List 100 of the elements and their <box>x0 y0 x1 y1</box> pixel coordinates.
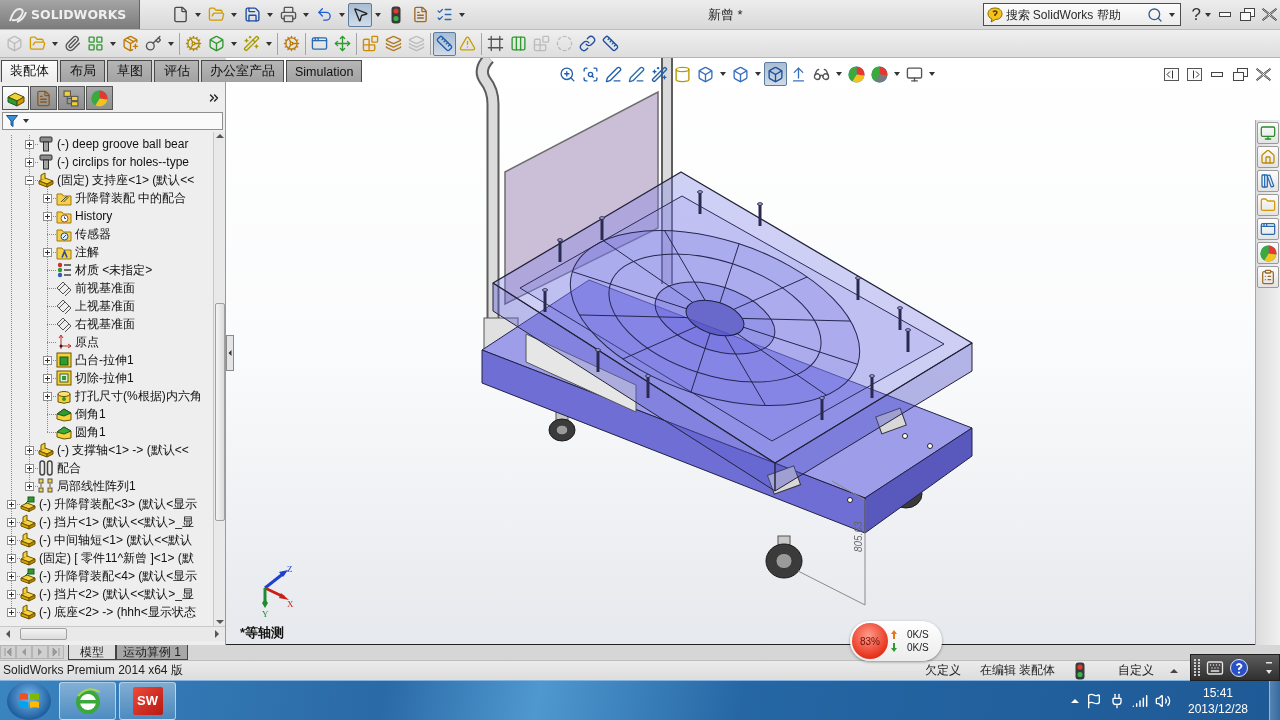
speaker-icon[interactable] <box>1155 692 1171 709</box>
tree-item[interactable]: (-) 挡片<2> (默认<<默认>_显 <box>39 585 195 603</box>
show-desktop-button[interactable] <box>1269 680 1280 720</box>
expand-icon[interactable] <box>42 211 52 221</box>
task-pane-tab[interactable] <box>1257 170 1279 192</box>
tree-item[interactable]: (-) 支撑轴<1> -> (默认<< <box>57 441 189 459</box>
command-tab[interactable]: 办公室产品 <box>201 60 284 82</box>
caret-icon[interactable] <box>1168 12 1175 17</box>
tree-item[interactable]: 局部线性阵列1 <box>57 477 136 495</box>
caret-icon[interactable] <box>23 119 29 123</box>
tree-item[interactable]: 上视基准面 <box>75 297 135 315</box>
scroll-right-icon[interactable] <box>213 630 221 638</box>
clock-time[interactable]: 15:41 <box>1203 684 1233 701</box>
expand-icon[interactable] <box>6 499 16 509</box>
caret-icon[interactable] <box>894 72 900 76</box>
tree-item[interactable]: 升降臂装配 中的配合 <box>75 189 187 207</box>
task-pane-tab[interactable] <box>1257 242 1279 264</box>
search-box[interactable]: 搜索 SolidWorks 帮助 <box>982 3 1181 26</box>
more-button[interactable] <box>207 91 221 105</box>
tree-item[interactable]: History <box>75 209 113 223</box>
caret-up-icon[interactable] <box>1170 666 1178 675</box>
toolbar-button[interactable] <box>764 62 787 86</box>
caret-icon[interactable] <box>339 12 345 17</box>
help-button[interactable]: ? <box>1190 4 1202 25</box>
tree-item[interactable]: 凸台-拉伸1 <box>75 351 134 369</box>
caret-icon[interactable] <box>375 12 381 17</box>
expand-icon[interactable] <box>24 139 34 149</box>
caret-icon[interactable] <box>168 41 174 46</box>
expand-icon[interactable] <box>24 463 34 473</box>
tree-item[interactable]: 右视基准面 <box>75 315 135 333</box>
task-pane-tab[interactable] <box>1257 146 1279 168</box>
panel-tab[interactable] <box>58 86 85 110</box>
taskbar-app[interactable] <box>59 681 116 720</box>
clock-date[interactable]: 2013/12/28 <box>1187 700 1249 717</box>
toolbar-button[interactable] <box>348 2 372 27</box>
caret-icon[interactable] <box>836 72 842 76</box>
caret-up-icon[interactable] <box>1071 696 1079 705</box>
help-search-field[interactable]: 搜索 SolidWorks 帮助 <box>1005 6 1144 23</box>
tree-item[interactable]: (固定) 支持座<1> (默认<< <box>57 171 195 189</box>
expand-icon[interactable] <box>24 481 34 491</box>
tree-item[interactable]: (-) 升降臂装配<4> (默认<显示 <box>39 567 198 585</box>
options-arrows-icon[interactable] <box>1266 661 1272 674</box>
task-pane-tab[interactable] <box>1257 194 1279 216</box>
scroll-up-icon[interactable] <box>215 132 224 140</box>
signal-bars-icon[interactable] <box>1132 692 1148 709</box>
panel-tab[interactable] <box>86 86 113 110</box>
tree-item[interactable]: 打孔尺寸(%根据)内六角 <box>75 387 202 405</box>
caret-icon[interactable] <box>231 12 237 17</box>
taskbar-app[interactable]: SW <box>119 681 176 720</box>
caret-icon[interactable] <box>266 41 272 46</box>
plug-icon[interactable] <box>1109 692 1125 709</box>
scroll-left-icon[interactable] <box>4 630 12 638</box>
expand-icon[interactable] <box>6 517 16 527</box>
sheet-tab[interactable]: 模型 <box>68 645 116 660</box>
command-tab[interactable]: 装配体 <box>1 60 58 82</box>
command-tab[interactable]: 布局 <box>60 60 105 82</box>
search-icon[interactable] <box>1146 6 1163 23</box>
left-arrow-icon[interactable] <box>227 350 233 356</box>
caret-icon[interactable] <box>267 12 273 17</box>
expand-icon[interactable] <box>42 355 52 365</box>
collapse-icon[interactable] <box>24 175 34 185</box>
expand-icon[interactable] <box>42 247 52 257</box>
expand-icon[interactable] <box>6 535 16 545</box>
tree-item[interactable]: 材质 <未指定> <box>75 261 153 279</box>
expand-icon[interactable] <box>42 193 52 203</box>
expand-icon[interactable] <box>24 157 34 167</box>
scrollbar-thumb[interactable] <box>214 303 225 521</box>
tree-item[interactable]: (-) 中间轴短<1> (默认<<默认 <box>39 531 193 549</box>
task-pane-tab[interactable] <box>1257 122 1279 144</box>
tree-item[interactable]: 切除-拉伸1 <box>75 369 134 387</box>
tree-item[interactable]: 圆角1 <box>75 423 106 441</box>
expand-icon[interactable] <box>24 445 34 455</box>
sheet-tab[interactable]: 运动算例 1 <box>116 645 188 660</box>
tree-item[interactable]: 传感器 <box>75 225 111 243</box>
start-button[interactable] <box>7 681 51 720</box>
caret-icon[interactable] <box>303 12 309 17</box>
tree-item[interactable]: 前视基准面 <box>75 279 135 297</box>
command-tab[interactable]: Simulation <box>286 60 363 82</box>
tree-item[interactable]: (-) 底座<2> -> (hhh<显示状态 <box>39 603 196 621</box>
tree-item[interactable]: (-) 升降臂装配<3> (默认<显示 <box>39 495 198 513</box>
caret-icon[interactable] <box>195 12 201 17</box>
task-pane-tab[interactable] <box>1257 218 1279 240</box>
tree-item[interactable]: 注解 <box>75 243 99 261</box>
caret-icon[interactable] <box>929 72 935 76</box>
help-circle-icon[interactable] <box>1230 658 1248 677</box>
command-tab[interactable]: 评估 <box>154 60 199 82</box>
tree-item[interactable]: (-) deep groove ball bear <box>57 137 189 151</box>
expand-icon[interactable] <box>6 589 16 599</box>
caret-icon[interactable] <box>110 41 116 46</box>
caret-icon[interactable] <box>1205 12 1211 17</box>
flag-icon[interactable] <box>1086 692 1102 709</box>
expand-icon[interactable] <box>42 391 52 401</box>
panel-tab[interactable] <box>30 86 57 110</box>
expand-icon[interactable] <box>42 373 52 383</box>
caret-icon[interactable] <box>459 12 465 17</box>
expand-icon[interactable] <box>6 607 16 617</box>
tree-item[interactable]: 原点 <box>75 333 99 351</box>
expand-icon[interactable] <box>6 553 16 563</box>
tree-item[interactable]: (-) 挡片<1> (默认<<默认>_显 <box>39 513 195 531</box>
panel-tab[interactable] <box>2 86 29 110</box>
